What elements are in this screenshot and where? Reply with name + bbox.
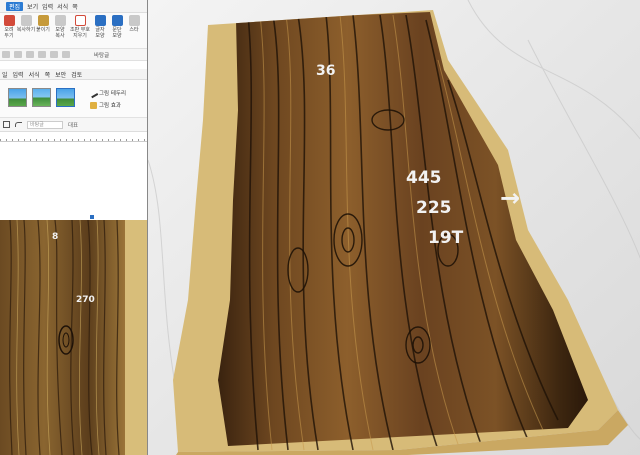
wood-slab-photo: 36 445 225 19T → [147,0,640,455]
char-shape-label: 글자 모양 [95,27,105,39]
style-field[interactable]: 바탕글 [27,120,63,129]
menu-item-edit[interactable]: 편집 [6,1,24,11]
effect-icon [90,101,97,109]
eraser-icon [74,15,86,26]
para-shape-button[interactable]: 문단 모양 [110,15,124,46]
open-icon[interactable] [14,51,22,58]
new-doc-icon[interactable] [2,51,10,58]
ribbon: 오려 두기 복사하기 붙이기 모양 복사 조판 부호 지우기 글자 모양 문단 … [0,13,147,49]
style-button[interactable]: 스타 [127,15,141,46]
brush-icon [54,15,66,26]
style-icon [128,15,140,26]
clipboard-icon [37,15,49,26]
para-shape-icon [111,15,123,26]
format-copy-button[interactable]: 모양 복사 [53,15,67,46]
font-field[interactable]: 대표 [68,121,78,129]
menu2-item-format[interactable]: 서식 [29,70,40,79]
paste-label: 붙이기 [36,27,50,33]
wood-photo-small: 8 270 [0,220,147,455]
picture-style-3[interactable] [56,88,75,107]
char-shape-button[interactable]: 글자 모양 [93,15,107,46]
picture-toolbar: 그림 테두리 그림 효과 [0,80,147,118]
menu2-item-insert[interactable]: 입력 [13,70,24,79]
picture-effect-label: 그림 효과 [99,103,121,109]
clear-marks-label: 조판 부호 지우기 [70,27,90,39]
small-label-270: 270 [76,295,95,305]
copy-button[interactable]: 복사하기 [16,15,36,46]
cursor-marker [90,215,94,219]
menu2-item-review[interactable]: 검토 [71,70,82,79]
clear-marks-button[interactable]: 조판 부호 지우기 [70,15,90,46]
secondary-menu-bar: 일 입력 서식 쪽 보안 검토 [0,69,147,80]
slab-arrow-mark: → [500,184,520,212]
paste-button[interactable]: 붙이기 [36,15,50,46]
cut-button[interactable]: 오려 두기 [2,15,16,46]
copy-label: 복사하기 [16,27,36,33]
menu-item-format[interactable]: 서식 [57,2,68,11]
cut-label: 오려 두기 [4,27,14,39]
format-copy-label: 모양 복사 [55,27,65,39]
undo-small-icon[interactable] [15,122,22,127]
slab-label-225: 225 [416,198,452,218]
picture-border-button[interactable]: 그림 테두리 [88,88,127,98]
menu-item-view[interactable]: 보기 [27,2,38,11]
quick-access-bar: 바탕글 [0,49,147,61]
style-name-display[interactable]: 바탕글 [94,51,109,59]
save-icon[interactable] [26,51,34,58]
pen-icon [88,88,99,98]
style-label: 스타 [129,27,139,33]
slab-label-19t: 19T [428,228,464,248]
copy-icon [20,15,32,26]
picture-style-2[interactable] [32,88,51,107]
picture-border-label: 그림 테두리 [99,91,127,97]
redo-icon[interactable] [62,51,70,58]
undo-icon[interactable] [50,51,58,58]
print-icon[interactable] [38,51,46,58]
format-bar: 바탕글 대표 [0,118,147,132]
menu2-item-security[interactable]: 보안 [55,70,66,79]
picture-style-1[interactable] [8,88,27,107]
scissors-icon [3,15,15,26]
menu2-item-0[interactable]: 일 [2,70,8,79]
slab-label-445: 445 [406,168,442,188]
editor-window: 편집 보기 입력 서식 쪽 오려 두기 복사하기 붙이기 모양 복사 조판 부호… [0,0,147,455]
menu2-item-page[interactable]: 쪽 [45,70,51,79]
wood-photo-large: 36 445 225 19T → [148,0,640,455]
char-shape-icon [94,15,106,26]
document-area[interactable]: 8 270 [0,142,147,455]
slab-label-36: 36 [316,63,335,79]
small-label-8: 8 [52,232,58,242]
view-icon[interactable] [3,121,10,128]
ruler [0,132,147,142]
para-shape-label: 문단 모양 [112,27,122,39]
embedded-wood-photo[interactable]: 8 270 [0,220,147,455]
menu-item-page[interactable]: 쪽 [72,2,78,11]
menu-bar: 편집 보기 입력 서식 쪽 [0,0,147,13]
picture-effect-button[interactable]: 그림 효과 [90,101,121,109]
menu-item-insert[interactable]: 입력 [42,2,53,11]
